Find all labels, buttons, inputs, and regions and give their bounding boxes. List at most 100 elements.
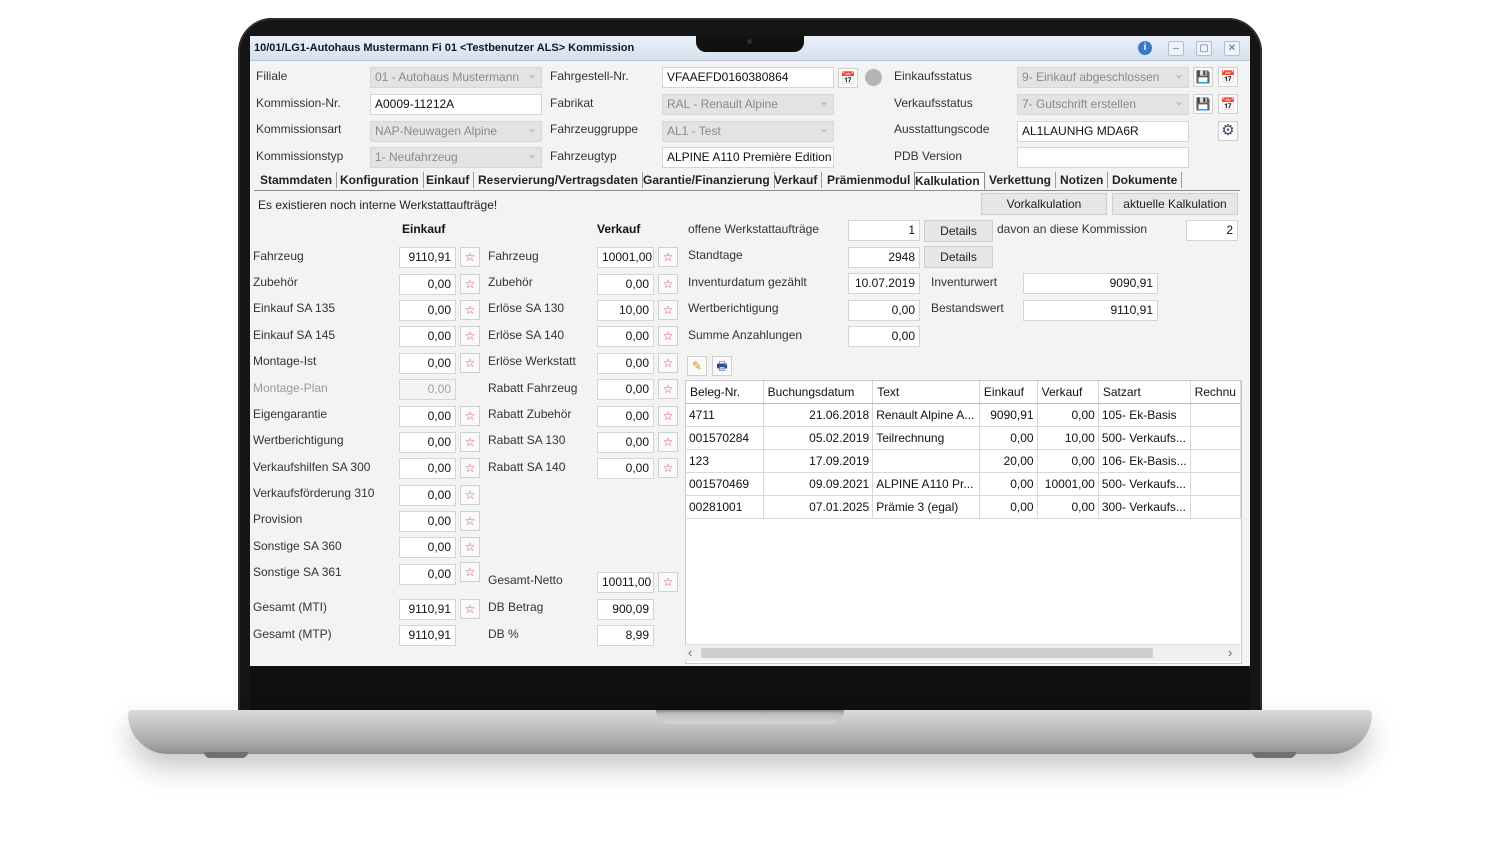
status-circle-icon[interactable] [865,69,882,86]
user-icon[interactable]: 💾 [1193,94,1213,114]
maximize-button[interactable]: ▢ [1196,41,1212,56]
einkaufsstatus-select[interactable]: 9- Einkauf abgeschlossen [1017,67,1189,88]
tab-stammdaten[interactable]: Stammdaten [260,172,338,188]
verkauf-value-rabatt-zubehoer[interactable]: 0,00 [597,406,654,427]
tab-praemienmodul[interactable]: Prämienmodul [827,172,916,188]
fabrikat-select[interactable]: RAL - Renault Alpine [662,94,834,115]
einkauf-value-sa310[interactable]: 0,00 [399,485,456,506]
verkauf-value-rabatt-fahrzeug[interactable]: 0,00 [597,379,654,400]
calc-icon[interactable]: ☆ [460,247,480,267]
calc-icon[interactable]: ☆ [460,300,480,320]
verkauf-value-rabatt-sa130[interactable]: 0,00 [597,432,654,453]
einkauf-value-sa145[interactable]: 0,00 [399,326,456,347]
kommission-nr-field[interactable]: A0009-11212A [370,94,542,115]
pdb-version-field[interactable] [1017,147,1189,168]
table-row[interactable]: 001570469 09.09.2021 ALPINE A110 Pr... 0… [686,472,1241,496]
flag-icon[interactable]: 📅 [838,68,858,88]
aktuelle-kalkulation-button[interactable]: aktuelle Kalkulation [1112,193,1238,215]
calc-icon[interactable]: ☆ [658,300,678,320]
einkauf-value-sa361[interactable]: 0,00 [399,564,456,585]
tab-dokumente[interactable]: Dokumente [1112,172,1183,188]
vorkalkulation-button[interactable]: Vorkalkulation [981,193,1107,215]
filiale-select[interactable]: 01 - Autohaus Mustermann [370,67,542,88]
ausstattungscode-field[interactable]: AL1LAUNHG MDA6R [1017,121,1189,142]
column-header[interactable]: Satzart [1098,381,1191,404]
verkauf-value-zubehoer[interactable]: 0,00 [597,274,654,295]
calc-icon[interactable]: ☆ [460,326,480,346]
scroll-right-icon[interactable]: › [1228,645,1232,660]
tab-reservierung[interactable]: Reservierung/Vertragsdaten [478,172,644,188]
save-icon[interactable]: 💾 [1193,67,1213,87]
verkauf-value-werkstatt[interactable]: 0,00 [597,353,654,374]
verkauf-value-sa140[interactable]: 0,00 [597,326,654,347]
gear-icon[interactable]: ⚙ [1218,121,1238,141]
einkauf-value-montage-ist[interactable]: 0,00 [399,353,456,374]
einkauf-value-zubehoer[interactable]: 0,00 [399,274,456,295]
calc-icon[interactable]: ☆ [658,274,678,294]
tab-verkettung[interactable]: Verkettung [989,172,1057,188]
einkauf-value-provision[interactable]: 0,00 [399,511,456,532]
einkauf-value-sa360[interactable]: 0,00 [399,537,456,558]
verkaufsstatus-select[interactable]: 7- Gutschrift erstellen [1017,94,1189,115]
minimize-button[interactable]: – [1168,41,1184,56]
calc-icon[interactable]: ☆ [658,572,678,592]
horizontal-scrollbar[interactable]: ‹ › [685,644,1240,661]
close-button[interactable]: ✕ [1224,41,1240,56]
table-row[interactable]: 4711 21.06.2018 Renault Alpine A... 9090… [686,403,1241,427]
tab-notizen[interactable]: Notizen [1060,172,1109,188]
column-header[interactable]: Text [872,381,980,404]
calc-icon[interactable]: ☆ [658,353,678,373]
calc-icon[interactable]: ☆ [658,406,678,426]
column-header[interactable]: Verkauf [1037,381,1099,404]
calendar-icon[interactable]: 📅 [1218,67,1238,87]
table-row[interactable]: 001570284 05.02.2019 Teilrechnung 0,00 1… [686,426,1241,450]
calc-icon[interactable]: ☆ [460,353,480,373]
einkauf-value-sa300[interactable]: 0,00 [399,458,456,479]
calc-icon[interactable]: ☆ [460,599,480,619]
calc-icon[interactable]: ☆ [460,485,480,505]
print-icon[interactable]: 🖶 [712,356,732,376]
fahrzeugtyp-field[interactable]: ALPINE A110 Première Edition [662,147,834,168]
calc-icon[interactable]: ☆ [658,458,678,478]
kommissionstyp-select[interactable]: 1- Neufahrzeug [370,147,542,168]
calc-icon[interactable]: ☆ [658,379,678,399]
info-icon[interactable]: i [1138,41,1152,55]
tab-konfiguration[interactable]: Konfiguration [340,172,424,188]
details-button-standtage[interactable]: Details [924,246,993,268]
einkauf-value-wertberichtigung[interactable]: 0,00 [399,432,456,453]
calc-icon[interactable]: ☆ [460,562,480,582]
details-button-werkstatt[interactable]: Details [924,220,993,242]
calc-icon[interactable]: ☆ [658,326,678,346]
calc-icon[interactable]: ☆ [460,406,480,426]
calc-icon[interactable]: ☆ [460,458,480,478]
einkauf-value-sa135[interactable]: 0,00 [399,300,456,321]
einkauf-value-eigengarantie[interactable]: 0,00 [399,406,456,427]
column-header[interactable]: Buchungsdatum [763,381,874,404]
column-header[interactable]: Beleg-Nr. [686,381,764,404]
column-header[interactable]: Einkauf [979,381,1038,404]
column-header[interactable]: Rechnu [1190,381,1241,404]
verkauf-value-rabatt-sa140[interactable]: 0,00 [597,458,654,479]
verkauf-value-fahrzeug[interactable]: 10001,00 [597,247,654,268]
calc-icon[interactable]: ☆ [460,537,480,557]
fahrzeuggruppe-select[interactable]: AL1 - Test [662,121,834,142]
calc-icon[interactable]: ☆ [658,432,678,452]
tab-garantie[interactable]: Garantie/Finanzierung [643,172,775,188]
calc-icon[interactable]: ☆ [460,274,480,294]
scroll-left-icon[interactable]: ‹ [688,645,692,660]
kommissionsart-select[interactable]: NAP-Neuwagen Alpine [370,121,542,142]
table-row[interactable]: 00281001 07.01.2025 Prämie 3 (egal) 0,00… [686,495,1241,519]
scrollbar-thumb[interactable] [701,648,1153,658]
calc-icon[interactable]: ☆ [460,432,480,452]
calc-icon[interactable]: ☆ [460,511,480,531]
einkauf-value-fahrzeug[interactable]: 9110,91 [399,247,456,268]
document-icon[interactable]: 📅 [1218,94,1238,114]
fahrgestell-field[interactable]: VFAAEFD0160380864 [662,67,834,88]
verkauf-value-sa130[interactable]: 10,00 [597,300,654,321]
edit-icon[interactable]: ✎ [687,356,707,376]
tab-kalkulation[interactable]: Kalkulation [914,172,985,190]
table-row[interactable]: 123 17.09.2019 20,00 0,00 106- Ek-Basis.… [686,449,1241,473]
tab-einkauf[interactable]: Einkauf [426,172,475,188]
calc-icon[interactable]: ☆ [658,247,678,267]
tab-verkauf[interactable]: Verkauf [774,172,823,188]
